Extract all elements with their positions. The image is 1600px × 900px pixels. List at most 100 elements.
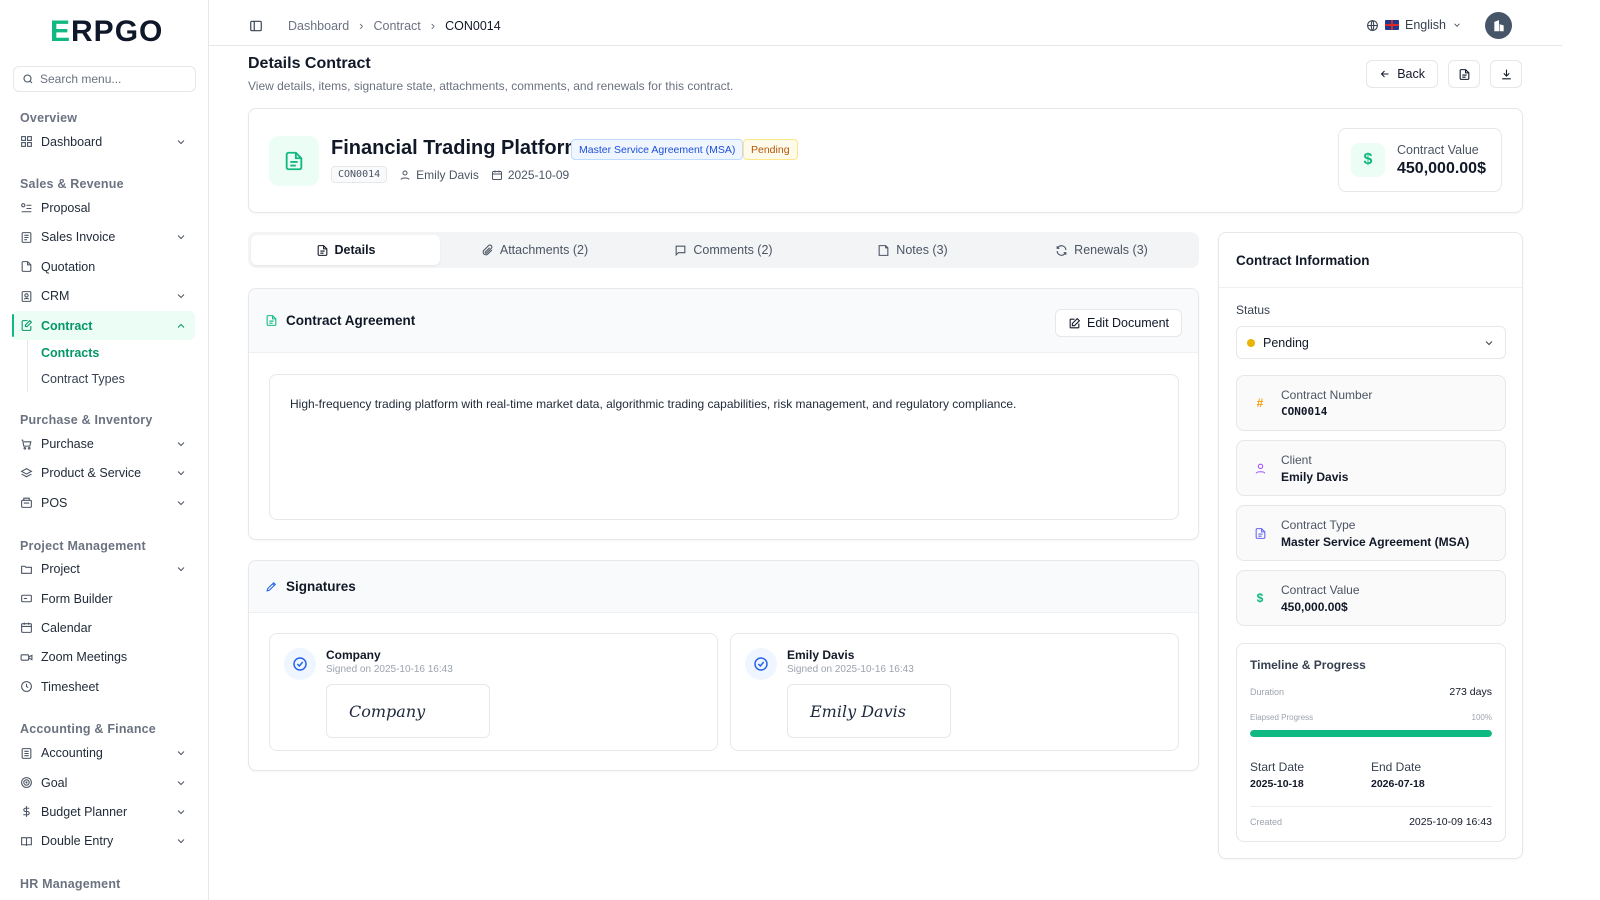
language-selector[interactable]: English xyxy=(1366,18,1462,32)
view-document-button[interactable] xyxy=(1448,60,1480,88)
sidebar-item-proposal[interactable]: Proposal xyxy=(12,193,195,222)
page-title: Details Contract xyxy=(248,55,371,72)
sidebar-item-dashboard[interactable]: Dashboard xyxy=(12,127,195,156)
sidebar-item-product-service[interactable]: Product & Service xyxy=(12,459,195,488)
calendar-icon xyxy=(20,621,33,634)
chevron-right-icon: › xyxy=(430,18,436,33)
tab-details[interactable]: Details xyxy=(251,235,440,265)
sidebar-item-label: Budget Planner xyxy=(41,804,128,819)
sidebar-subitem-contract-types[interactable]: Contract Types xyxy=(28,366,195,392)
start-date-label: Start Date xyxy=(1250,760,1305,774)
dollar-icon: $ xyxy=(1351,143,1385,177)
sidebar-item-form-builder[interactable]: Form Builder xyxy=(12,584,195,613)
signature-image: Company xyxy=(326,684,490,738)
sidebar-item-quotation[interactable]: Quotation xyxy=(12,252,195,281)
user-icon xyxy=(399,169,411,181)
agreement-header: Contract Agreement Edit Document xyxy=(249,289,1198,353)
chevron-down-icon xyxy=(175,777,187,789)
status-select[interactable]: Pending xyxy=(1236,326,1506,359)
tab-renewals[interactable]: Renewals (3) xyxy=(1007,235,1196,265)
contract-value-label: Contract Value xyxy=(1397,142,1479,157)
chevron-down-icon xyxy=(175,438,187,450)
nav-group-sales: Sales & Revenue xyxy=(20,177,124,192)
tab-notes[interactable]: Notes (3) xyxy=(818,235,1007,265)
chevron-down-icon xyxy=(175,467,187,479)
sidebar-item-crm[interactable]: CRM xyxy=(12,282,195,311)
tab-label: Comments (2) xyxy=(693,243,773,257)
page-subtitle: View details, items, signature state, at… xyxy=(248,79,734,93)
chevron-down-icon xyxy=(175,290,187,302)
layers-icon xyxy=(20,467,33,480)
signature-client: Emily Davis Signed on 2025-10-16 16:43 E… xyxy=(730,633,1179,751)
field-label: Contract Value xyxy=(1281,582,1360,597)
sidebar-item-sales-invoice[interactable]: Sales Invoice xyxy=(12,223,195,252)
sidebar-item-purchase[interactable]: Purchase xyxy=(12,429,195,458)
start-date-value: 2025-10-18 xyxy=(1250,778,1304,790)
download-button[interactable] xyxy=(1490,60,1522,88)
sidebar-item-label: Calendar xyxy=(41,620,92,635)
progress-percent: 100% xyxy=(1471,713,1492,722)
sidebar-toggle-icon[interactable] xyxy=(249,19,263,33)
user-icon xyxy=(1249,457,1271,479)
file-icon xyxy=(20,260,33,273)
breadcrumb-contract[interactable]: Contract xyxy=(374,19,421,33)
sidebar-item-goal[interactable]: Goal xyxy=(12,768,195,797)
sidebar-item-contract[interactable]: Contract xyxy=(12,310,195,341)
edit-document-button[interactable]: Edit Document xyxy=(1055,309,1182,337)
message-icon xyxy=(674,244,687,257)
user-avatar[interactable] xyxy=(1485,12,1512,39)
tab-attachments[interactable]: Attachments (2) xyxy=(440,235,629,265)
search-menu-input[interactable] xyxy=(40,72,190,86)
signatures-header: Signatures xyxy=(249,561,1198,613)
signature-company: Company Signed on 2025-10-16 16:43 Compa… xyxy=(269,633,718,751)
sidebar-item-label: Timesheet xyxy=(41,679,99,694)
contract-tabs: Details Attachments (2) Comments (2) Not… xyxy=(248,232,1199,268)
check-circle-icon xyxy=(284,648,316,680)
chevron-down-icon xyxy=(1452,20,1462,30)
sidebar-subitem-contracts[interactable]: Contracts xyxy=(28,340,195,366)
calendar-icon xyxy=(491,169,503,181)
sidebar-item-label: CRM xyxy=(41,289,70,304)
sidebar-item-label: Sales Invoice xyxy=(41,230,116,245)
progress-row: Elapsed Progress 100% xyxy=(1250,713,1492,722)
sidebar-item-timesheet[interactable]: Timesheet xyxy=(12,672,195,701)
status-label: Status xyxy=(1236,303,1271,317)
sidebar-item-zoom-meetings[interactable]: Zoom Meetings xyxy=(12,643,195,672)
date-range: Start Date 2025-10-18 End Date 2026-07-1… xyxy=(1250,760,1492,790)
created-label: Created xyxy=(1250,817,1283,827)
field-value: Master Service Agreement (MSA) xyxy=(1281,534,1470,549)
sidebar-item-accounting[interactable]: Accounting xyxy=(12,738,195,767)
divider xyxy=(1250,806,1492,807)
globe-icon xyxy=(1366,19,1379,32)
sidebar-item-label: Goal xyxy=(41,775,68,790)
duration-row: Duration 273 days xyxy=(1250,686,1492,698)
header-actions: Back xyxy=(1366,60,1522,88)
contract-title: Financial Trading Platform xyxy=(331,137,583,159)
sidebar-item-project[interactable]: Project xyxy=(12,555,195,584)
sidebar-item-budget-planner[interactable]: Budget Planner xyxy=(12,797,195,826)
breadcrumb-dashboard[interactable]: Dashboard xyxy=(288,19,349,33)
back-button-label: Back xyxy=(1397,67,1425,81)
created-row: Created 2025-10-09 16:43 xyxy=(1250,816,1492,828)
chevron-up-icon xyxy=(175,320,187,332)
chevron-down-icon xyxy=(175,563,187,575)
app-logo[interactable]: E RPGO xyxy=(50,15,163,48)
sidebar-item-double-entry[interactable]: Double Entry xyxy=(12,827,195,856)
search-menu[interactable] xyxy=(13,66,196,92)
timeline-title: Timeline & Progress xyxy=(1250,658,1366,672)
contact-book-icon xyxy=(20,290,33,303)
progress-bar xyxy=(1250,730,1492,737)
field-client: Client Emily Davis xyxy=(1236,440,1506,496)
chevron-down-icon xyxy=(175,231,187,243)
back-button[interactable]: Back xyxy=(1366,60,1438,88)
book-open-icon xyxy=(20,835,33,848)
tab-comments[interactable]: Comments (2) xyxy=(629,235,818,265)
breadcrumb: Dashboard › Contract › CON0014 xyxy=(288,18,501,33)
dollar-icon xyxy=(20,805,33,818)
contract-submenu: Contracts Contract Types xyxy=(27,340,195,393)
field-label: Contract Type xyxy=(1281,517,1356,532)
contract-code: CON0014 xyxy=(331,166,388,183)
sidebar-item-calendar[interactable]: Calendar xyxy=(12,613,195,642)
sidebar-item-label: Form Builder xyxy=(41,591,113,606)
sidebar-item-pos[interactable]: POS xyxy=(12,488,195,517)
